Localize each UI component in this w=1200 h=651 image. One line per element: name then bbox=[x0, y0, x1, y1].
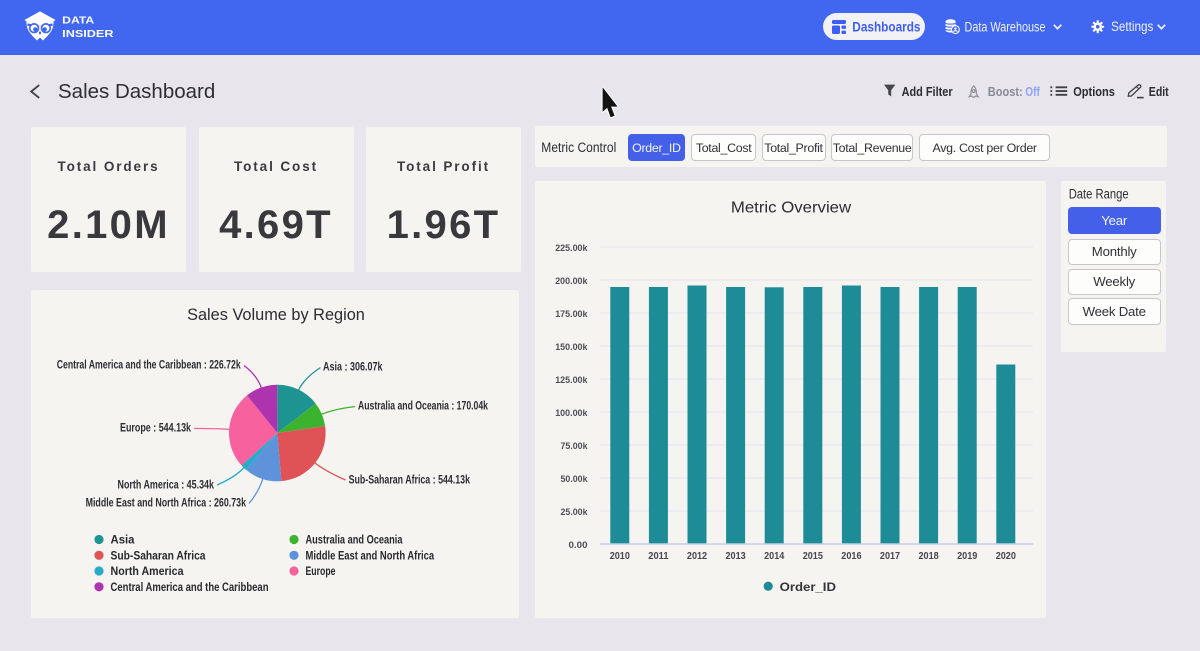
svg-text:Edit: Edit bbox=[1149, 84, 1169, 99]
svg-text:Add Filter: Add Filter bbox=[902, 84, 953, 99]
svg-text:Options: Options bbox=[1073, 84, 1115, 99]
svg-text:Boost:: Boost: bbox=[988, 84, 1023, 99]
svg-text:Off: Off bbox=[1025, 84, 1040, 99]
